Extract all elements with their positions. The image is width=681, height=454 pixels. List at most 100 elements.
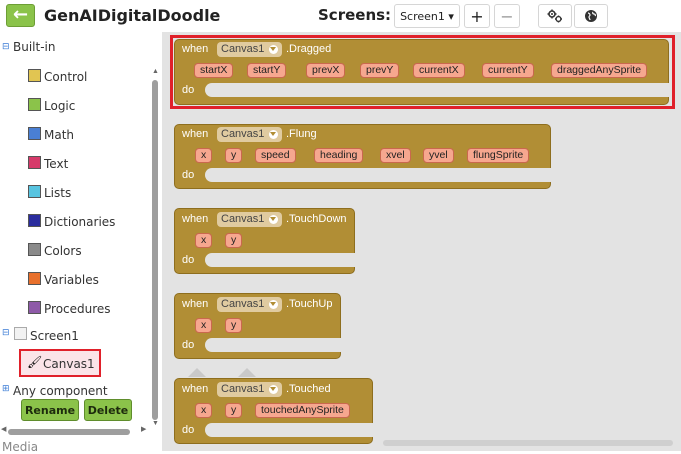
component-dropdown[interactable]: Canvas1 <box>217 212 283 227</box>
vertical-scrollbar[interactable] <box>152 80 158 420</box>
top-bar: ← GenAIDigitalDoodle Screens: Screen1 ▾ … <box>0 0 681 32</box>
remove-screen-button[interactable]: − <box>494 4 520 28</box>
paintbrush-icon: 🖌 <box>27 355 43 369</box>
screens-label: Screens: <box>318 6 392 24</box>
do-statement-slot[interactable] <box>205 168 552 182</box>
component-dropdown[interactable]: Canvas1 <box>217 127 283 142</box>
text-swatch-icon <box>28 156 41 169</box>
do-keyword: do <box>182 254 195 266</box>
event-name: .TouchDown <box>286 213 347 225</box>
canvas-label: Canvas1 <box>43 357 95 371</box>
component-name: Canvas1 <box>221 383 265 395</box>
event-name: .TouchUp <box>286 298 333 310</box>
dropdown-arrow-icon <box>270 132 277 136</box>
variables-swatch-icon <box>28 272 41 285</box>
param-x[interactable]: x <box>195 148 213 163</box>
param-xvel[interactable]: xvel <box>380 148 411 163</box>
tree-item-label: Control <box>44 70 88 84</box>
param-heading[interactable]: heading <box>314 148 364 163</box>
workspace-horizontal-scrollbar[interactable] <box>383 440 673 446</box>
when-keyword: when <box>182 298 209 310</box>
param-yvel[interactable]: yvel <box>423 148 454 163</box>
dropdown-arrow-icon <box>270 387 277 391</box>
when-keyword: when <box>182 213 209 225</box>
canvas-touched-event-block[interactable]: when Canvas1 .Touched x y touchedAnySpri… <box>174 378 374 444</box>
scroll-up-icon[interactable]: ▲ <box>152 68 159 75</box>
do-statement-slot[interactable] <box>205 253 356 267</box>
math-swatch-icon <box>28 127 41 140</box>
builtin-label: Built-in <box>13 40 56 54</box>
scroll-right-icon[interactable]: ▶ <box>141 425 146 433</box>
param-x[interactable]: x <box>195 403 213 418</box>
canvas-flung-event-block[interactable]: when Canvas1 .Flung x y speed heading xv… <box>174 124 552 189</box>
drop-hint-icon <box>188 368 206 377</box>
colors-swatch-icon <box>28 243 41 256</box>
param-flungsprite[interactable]: flungSprite <box>467 148 530 163</box>
logic-swatch-icon <box>28 98 41 111</box>
component-name: Canvas1 <box>221 213 265 225</box>
globe-icon <box>585 10 597 22</box>
screen-label[interactable]: Screen1 <box>30 329 79 343</box>
param-y[interactable]: y <box>225 318 243 333</box>
rename-button[interactable]: Rename <box>21 399 79 421</box>
canvas-touchdown-event-block[interactable]: when Canvas1 .TouchDown x y do <box>174 208 356 274</box>
param-touchedanysprite[interactable]: touchedAnySprite <box>255 403 350 418</box>
param-x[interactable]: x <box>195 233 213 248</box>
scroll-left-icon[interactable]: ◀ <box>1 425 6 433</box>
dropdown-arrow-icon <box>270 217 277 221</box>
do-keyword: do <box>182 424 195 436</box>
add-screen-button[interactable]: + <box>464 4 490 28</box>
highlight-box <box>170 35 675 109</box>
component-name: Canvas1 <box>221 298 265 310</box>
when-keyword: when <box>182 383 209 395</box>
tree-item-label: Math <box>44 128 75 142</box>
tree-item-label: Logic <box>44 99 76 113</box>
param-speed[interactable]: speed <box>255 148 296 163</box>
dropdown-arrow-icon <box>270 302 277 306</box>
media-label: Media <box>2 440 39 454</box>
event-name: .Touched <box>286 383 331 395</box>
procedures-swatch-icon <box>28 301 41 314</box>
tree-item-label: Procedures <box>44 302 111 316</box>
do-statement-slot[interactable] <box>205 338 342 352</box>
tree-item-label: Variables <box>44 273 99 287</box>
horizontal-scrollbar[interactable] <box>8 429 130 435</box>
drop-hint-icon <box>238 368 256 377</box>
dictionaries-swatch-icon <box>28 214 41 227</box>
any-component-label[interactable]: Any component <box>13 384 108 398</box>
tree-item-label: Lists <box>44 186 72 200</box>
event-name: .Flung <box>286 128 317 140</box>
scroll-down-icon[interactable]: ▼ <box>152 420 159 427</box>
tree-item-label: Colors <box>44 244 82 258</box>
component-dropdown[interactable]: Canvas1 <box>217 382 283 397</box>
blocks-tree-panel: ⊟ Built-in Control Logic Math Text Lists… <box>0 32 162 454</box>
param-y[interactable]: y <box>225 233 243 248</box>
language-button[interactable] <box>574 4 608 28</box>
do-keyword: do <box>182 339 195 351</box>
app-title: GenAIDigitalDoodle <box>44 6 221 25</box>
tree-item-label: Text <box>44 157 69 171</box>
screen-collapse-toggle-icon[interactable]: ⊟ <box>2 328 10 338</box>
back-button[interactable]: ← <box>6 4 35 27</box>
collapse-toggle-icon[interactable]: ⊟ <box>2 42 10 52</box>
when-keyword: when <box>182 128 209 140</box>
param-y[interactable]: y <box>225 148 243 163</box>
component-dropdown[interactable]: Canvas1 <box>217 297 283 312</box>
gears-icon <box>547 9 562 23</box>
lists-swatch-icon <box>28 185 41 198</box>
screen-icon <box>14 327 27 340</box>
param-x[interactable]: x <box>195 318 213 333</box>
canvas-touchup-event-block[interactable]: when Canvas1 .TouchUp x y do <box>174 293 342 359</box>
screen-select-dropdown[interactable]: Screen1 ▾ <box>394 4 460 28</box>
control-swatch-icon <box>28 69 41 82</box>
dropdown-arrow-icon <box>270 47 277 51</box>
do-keyword: do <box>182 169 195 181</box>
do-statement-slot[interactable] <box>205 423 374 437</box>
delete-button[interactable]: Delete <box>84 399 132 421</box>
project-properties-button[interactable] <box>538 4 572 28</box>
any-component-expand-icon[interactable]: ⊞ <box>2 384 10 394</box>
tree-item-canvas[interactable]: 🖌 Canvas1 <box>19 349 101 377</box>
tree-item-label: Dictionaries <box>44 215 116 229</box>
param-y[interactable]: y <box>225 403 243 418</box>
component-name: Canvas1 <box>221 128 265 140</box>
